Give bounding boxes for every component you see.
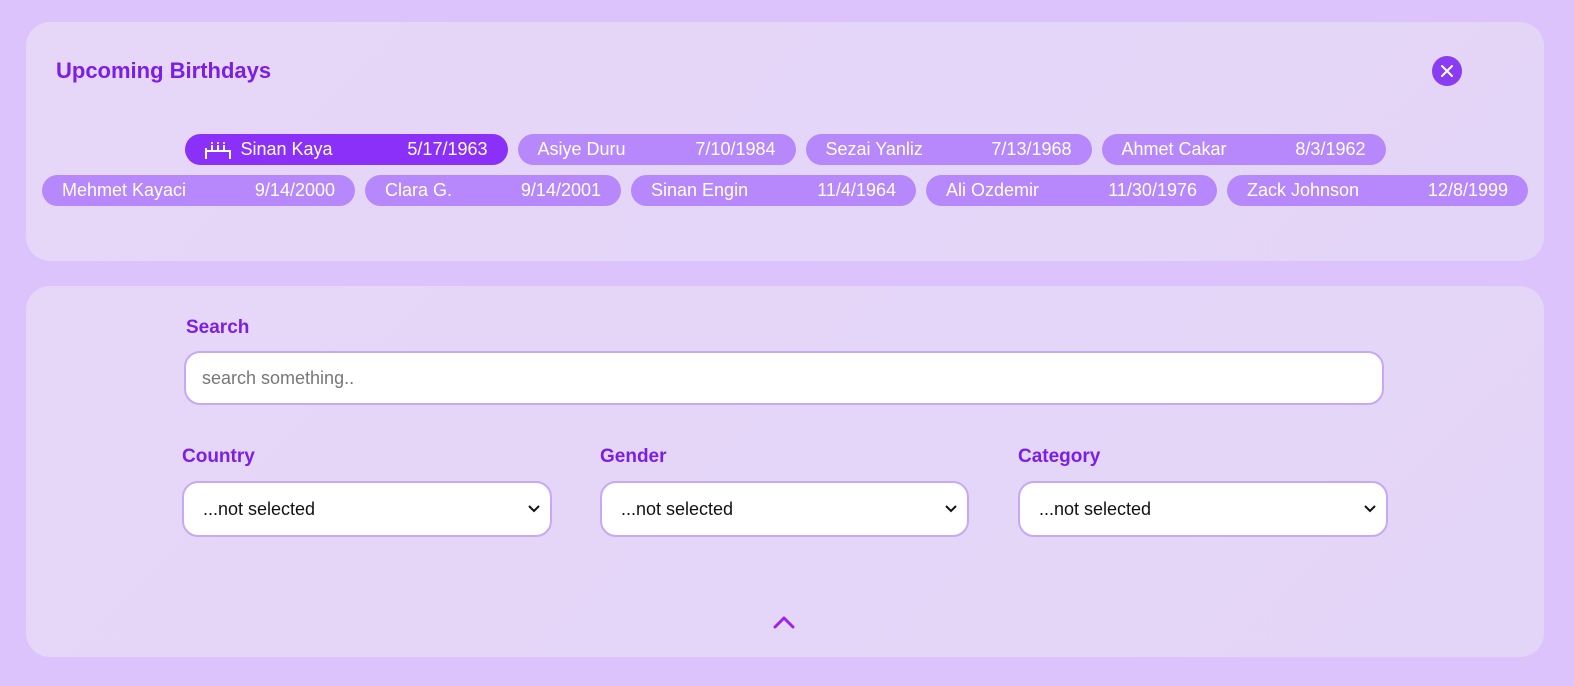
birthday-row-1: Sinan Kaya 5/17/1963 Asiye Duru 7/10/198… [26,134,1544,165]
panel-title: Upcoming Birthdays [56,58,272,83]
birthday-chip[interactable]: Asiye Duru 7/10/1984 [517,134,796,165]
birthday-date: 7/10/1984 [695,139,776,159]
birthday-name: Sinan Engin [651,180,749,200]
birthday-chip[interactable]: Mehmet Kayaci 9/14/2000 [42,175,355,206]
chevron-down-icon [945,505,957,513]
country-select[interactable]: ...not selected [182,481,552,537]
category-label: Category [1018,446,1101,467]
birthday-chip[interactable]: Clara G. 9/14/2001 [365,175,621,206]
birthday-name: Ali Ozdemir [946,180,1040,200]
birthday-date: 11/30/1976 [1108,180,1197,200]
birthday-name: Zack Johnson [1247,180,1360,200]
country-label: Country [182,446,255,467]
category-select-value: ...not selected [1039,498,1152,519]
birthday-chip[interactable]: Ahmet Cakar 8/3/1962 [1101,134,1386,165]
search-input[interactable] [184,351,1384,405]
chevron-up-icon [773,616,795,629]
chevron-down-icon [528,505,540,513]
birthday-name: Sezai Yanliz [825,139,923,159]
birthday-name: Mehmet Kayaci [62,180,187,200]
birthday-cake-icon [204,141,231,159]
birthday-date: 8/3/1962 [1295,139,1366,159]
collapse-filters-button[interactable] [772,614,796,630]
birthday-name: Asiye Duru [537,139,626,159]
birthday-name: Clara G. [385,180,453,200]
birthday-chip[interactable]: Zack Johnson 12/8/1999 [1227,175,1528,206]
birthday-date: 9/14/2001 [520,180,601,200]
upcoming-birthdays-panel: Upcoming Birthdays Sinan Kaya 5/17/1963 … [26,22,1544,261]
gender-label: Gender [600,446,667,467]
birthday-row-2: Mehmet Kayaci 9/14/2000 Clara G. 9/14/20… [26,175,1544,206]
birthday-date: 9/14/2000 [254,180,335,200]
birthday-chip[interactable]: Sinan Kaya 5/17/1963 [184,134,508,165]
gender-select[interactable]: ...not selected [600,481,969,537]
chevron-down-icon [1364,505,1376,513]
birthday-date: 12/8/1999 [1427,180,1508,200]
search-label: Search [186,317,250,338]
filters-panel: Search Country ...not selected Gender ..… [26,286,1544,657]
birthday-date: 7/13/1968 [991,139,1072,159]
birthday-chip[interactable]: Sinan Engin 11/4/1964 [631,175,916,206]
birthday-chip[interactable]: Sezai Yanliz 7/13/1968 [805,134,1092,165]
close-button[interactable] [1432,56,1462,86]
birthday-chip[interactable]: Ali Ozdemir 11/30/1976 [926,175,1217,206]
birthday-date: 5/17/1963 [407,139,488,159]
category-select[interactable]: ...not selected [1018,481,1388,537]
birthday-name: Sinan Kaya [240,139,333,159]
birthday-date: 11/4/1964 [817,180,896,200]
close-icon [1441,65,1453,77]
gender-select-value: ...not selected [621,498,734,519]
birthday-name: Ahmet Cakar [1121,139,1227,159]
country-select-value: ...not selected [203,498,316,519]
